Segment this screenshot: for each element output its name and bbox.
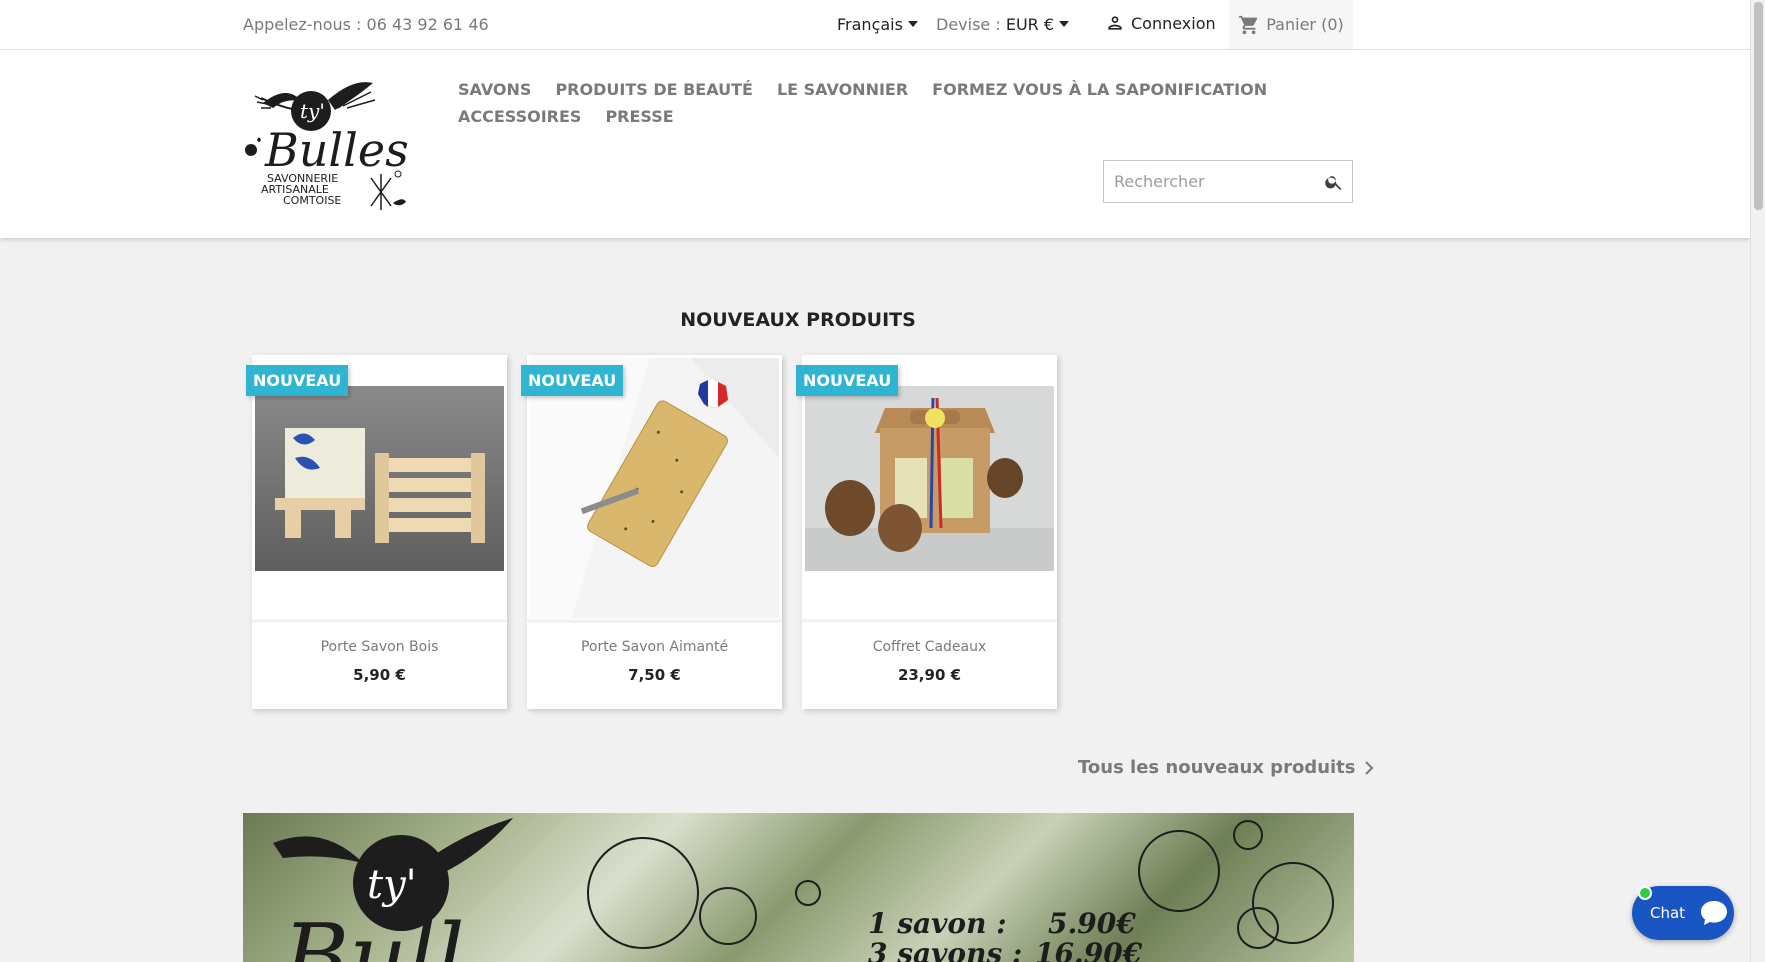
logo-tagline-3: COMTOISE <box>283 194 341 207</box>
new-badge: NOUVEAU <box>796 365 899 396</box>
currency-value: EUR € <box>1005 15 1055 34</box>
scrollbar-thumb[interactable] <box>1754 2 1763 210</box>
card-separator <box>527 618 782 622</box>
product-card[interactable]: NOUVEAU Coffret Cadeaux 23,90 € <box>796 355 1057 709</box>
new-badge: NOUVEAU <box>521 365 624 396</box>
currency-label: Devise : <box>936 15 1001 34</box>
user-icon <box>1108 16 1122 30</box>
cart-label: Panier (0) <box>1266 15 1344 34</box>
chat-widget-button[interactable]: Chat <box>1632 886 1734 940</box>
product-price: 7,50 € <box>628 666 681 684</box>
promo-banner[interactable]: ty' Bull 1 savon : 5.90€ 3 savons : 16.9… <box>243 813 1354 962</box>
nav-item-presse[interactable]: PRESSE <box>605 107 673 126</box>
chevron-right-icon <box>1364 760 1373 775</box>
chat-bubble-icon <box>1701 901 1728 925</box>
chat-label: Chat <box>1650 904 1686 922</box>
all-new-products-link[interactable]: Tous les nouveaux produits <box>1078 757 1374 778</box>
product-name[interactable]: Porte Savon Aimanté <box>527 639 782 655</box>
nav-item-accessoires[interactable]: ACCESSOIRES <box>458 107 581 126</box>
product-card[interactable]: NOUVEAU Porte Savon Bois 5,90 € <box>246 355 507 709</box>
brand-logo-graphic: ty' Bulles SAVONNERIE ARTISANALE COMTOIS… <box>245 82 409 210</box>
nav-item-formez-vous[interactable]: FORMEZ VOUS À LA SAPONIFICATION <box>932 80 1267 99</box>
cart-button[interactable]: Panier (0) <box>1229 0 1353 49</box>
brand-logo[interactable]: ty' Bulles SAVONNERIE ARTISANALE COMTOIS… <box>243 78 409 210</box>
search-icon[interactable] <box>1324 172 1344 192</box>
product-price: 5,90 € <box>353 666 406 684</box>
product-name[interactable]: Porte Savon Bois <box>252 639 507 655</box>
currency-selector[interactable]: Devise : EUR € <box>936 15 1070 34</box>
language-selector[interactable]: Français <box>837 15 918 34</box>
product-price: 23,90 € <box>897 666 962 684</box>
card-separator <box>252 618 507 622</box>
offer-2-label: 3 savons : <box>868 937 1022 962</box>
main-nav: SAVONS PRODUITS DE BEAUTÉ LE SAVONNIER F… <box>458 80 1338 126</box>
product-image[interactable] <box>255 358 504 623</box>
site-header: ty' Bulles SAVONNERIE ARTISANALE COMTOIS… <box>0 50 1750 238</box>
product-image[interactable] <box>805 358 1054 623</box>
nav-item-savons[interactable]: SAVONS <box>458 80 531 99</box>
language-label: Français <box>837 15 903 34</box>
shopping-cart-icon <box>1239 15 1258 34</box>
online-status-dot <box>1638 886 1652 900</box>
new-badge: NOUVEAU <box>246 365 349 396</box>
section-title-new-products: NOUVEAUX PRODUITS <box>680 309 916 331</box>
banner-brand-top: ty' <box>367 862 417 908</box>
login-link[interactable]: Connexion <box>1105 13 1216 33</box>
page-scrollbar[interactable] <box>1750 0 1765 962</box>
product-image[interactable] <box>530 358 779 623</box>
all-new-products-label: Tous les nouveaux produits <box>1078 757 1356 778</box>
card-separator <box>802 618 1057 622</box>
banner-brand-main: Bull <box>281 905 465 962</box>
banner-logo: ty' Bull <box>273 818 513 962</box>
offer-1-price: 5.90€ <box>1048 907 1136 940</box>
logo-brand-top: ty' <box>300 99 325 123</box>
product-list: NOUVEAU Porte Savon Bois 5,90 € NOUVEAU … <box>246 355 1057 709</box>
top-bar: Appelez-nous : 06 43 92 61 46 Français D… <box>0 0 1750 50</box>
nav-item-produits-de-beaute[interactable]: PRODUITS DE BEAUTÉ <box>555 80 753 99</box>
logo-brand-main: Bulles <box>264 123 408 177</box>
product-name[interactable]: Coffret Cadeaux <box>802 639 1057 655</box>
login-label: Connexion <box>1131 13 1216 33</box>
phone-contact: Appelez-nous : 06 43 92 61 46 <box>243 15 489 34</box>
snowflake-icon <box>370 174 392 210</box>
offer-1-label: 1 savon : <box>868 907 1007 940</box>
offer-2-price: 16.90€ <box>1035 937 1143 962</box>
nav-item-le-savonnier[interactable]: LE SAVONNIER <box>777 80 908 99</box>
search-input[interactable] <box>1104 161 1304 201</box>
caret-down-icon <box>1059 21 1070 27</box>
caret-down-icon <box>907 21 918 27</box>
search-box <box>1103 160 1353 203</box>
product-card[interactable]: NOUVEAU Porte Savon Aimanté 7,50 € <box>521 355 782 709</box>
